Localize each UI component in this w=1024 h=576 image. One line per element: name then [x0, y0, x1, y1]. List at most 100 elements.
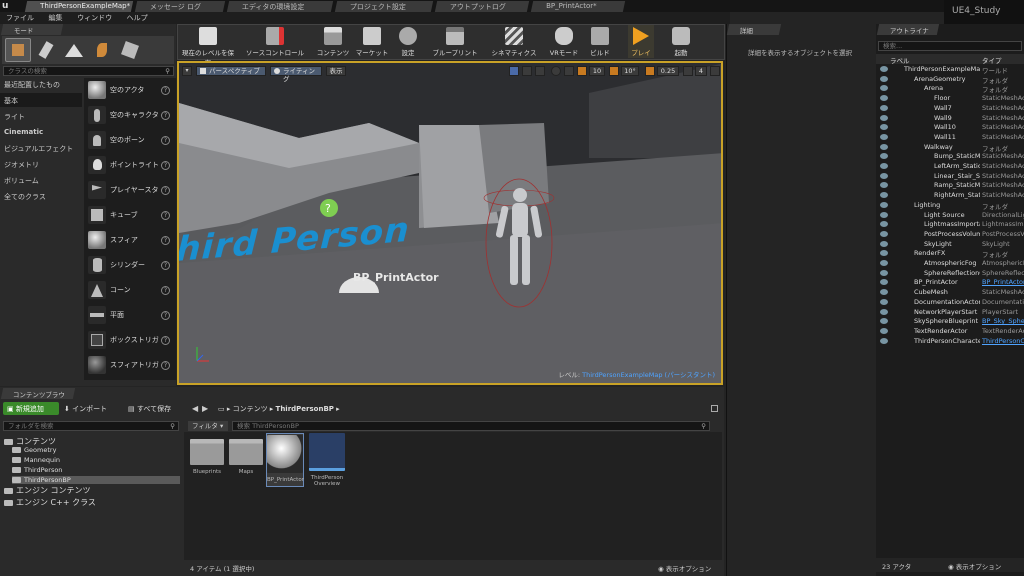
launch-button[interactable]: 起動	[664, 25, 698, 58]
eye-icon[interactable]	[880, 308, 888, 315]
category-volumes[interactable]: ボリューム	[4, 176, 39, 186]
outliner-row[interactable]: SkySphereBlueprintBP_Sky_Sphere	[878, 317, 1024, 327]
place-cone[interactable]: コーン?	[86, 279, 174, 302]
outliner-row[interactable]: Wall9 StaticMeshActor	[878, 114, 1024, 124]
foliage-mode-icon[interactable]	[89, 38, 115, 62]
eye-icon[interactable]	[880, 269, 888, 276]
landscape-mode-icon[interactable]	[61, 38, 87, 62]
content-button[interactable]: コンテンツ	[316, 25, 350, 58]
history-back-button[interactable]: ◀	[192, 404, 198, 413]
geometry-mode-icon[interactable]	[117, 38, 143, 62]
folder-tree-item[interactable]: エンジン C++ クラス	[4, 497, 96, 508]
eye-icon[interactable]	[880, 75, 888, 82]
eye-icon[interactable]	[880, 298, 888, 305]
outliner-row[interactable]: SkyLight SkyLight	[878, 240, 1024, 250]
eye-icon[interactable]	[880, 104, 888, 111]
world-local-icon[interactable]	[551, 66, 561, 76]
outliner-row[interactable]: Ramp_StaticMeshStaticMeshActor	[878, 181, 1024, 191]
outliner-row[interactable]: Wall11 StaticMeshActor	[878, 133, 1024, 143]
eye-icon[interactable]	[880, 318, 888, 325]
outliner-row[interactable]: Floor StaticMeshActor	[878, 94, 1024, 104]
place-point-light[interactable]: ポイントライト?	[86, 154, 174, 177]
outliner-row[interactable]: ThirdPersonCharacterThirdPersonCharacter	[878, 337, 1024, 347]
play-button[interactable]: プレイ	[628, 25, 654, 58]
category-visual-effects[interactable]: ビジュアルエフェクト	[4, 144, 73, 154]
grid-snap-icon[interactable]	[577, 66, 587, 76]
lock-icon[interactable]	[711, 405, 718, 412]
folder-tree-item[interactable]: エンジン コンテンツ	[4, 485, 91, 496]
help-icon[interactable]: ?	[161, 186, 170, 195]
eye-icon[interactable]	[880, 230, 888, 237]
help-icon[interactable]: ?	[161, 311, 170, 320]
grid-snap-value[interactable]: 10	[589, 66, 605, 76]
maximize-viewport-icon[interactable]	[710, 66, 720, 76]
add-new-button[interactable]: ▣ 新規追加	[3, 402, 59, 415]
column-label-header[interactable]: ラベル	[890, 55, 910, 65]
outliner-row[interactable]: CubeMesh StaticMeshActor	[878, 288, 1024, 298]
eye-icon[interactable]	[880, 221, 888, 228]
category-lights[interactable]: ライト	[4, 112, 25, 122]
save-level-button[interactable]: 現在のレベルを保存	[179, 25, 237, 67]
eye-icon[interactable]	[880, 211, 888, 218]
outliner-row[interactable]: Lighting フォルダ	[878, 201, 1024, 211]
viewport-options-button[interactable]: ▾	[182, 66, 192, 76]
outliner-row[interactable]: LightmassImportancLightmassImportanceVol…	[878, 220, 1024, 230]
eye-icon[interactable]	[880, 143, 888, 150]
outliner-row[interactable]: Bump_StaticMeshStaticMeshActor	[878, 152, 1024, 162]
folder-tree-item[interactable]: Mannequin	[12, 456, 60, 464]
tab-message-log[interactable]: メッセージ ログ	[134, 1, 226, 12]
help-icon[interactable]: ?	[161, 136, 170, 145]
asset-maps-folder[interactable]: Maps	[227, 433, 265, 475]
place-sphere-trigger[interactable]: スフィアトリガ?	[86, 354, 174, 377]
blueprints-button[interactable]: ブループリント	[428, 25, 482, 58]
category-geometry[interactable]: ジオメトリ	[4, 160, 39, 170]
lighting-button[interactable]: ライティング	[270, 66, 322, 83]
eye-icon[interactable]	[880, 182, 888, 189]
rotation-snap-icon[interactable]	[609, 66, 619, 76]
class-search-input[interactable]: クラスの検索 ⚲	[3, 66, 174, 76]
rotation-snap-value[interactable]: 10°	[621, 66, 639, 76]
outliner-row[interactable]: DocumentationActor1DocumentationActor	[878, 298, 1024, 308]
tab-output-log[interactable]: アウトプットログ	[434, 1, 530, 12]
outliner-row[interactable]: Walkway フォルダ	[878, 143, 1024, 153]
breadcrumb-thirdpersonbp[interactable]: ThirdPersonBP	[276, 405, 334, 413]
asset-search-input[interactable]: 検索 ThirdPersonBP ⚲	[232, 421, 710, 431]
help-icon[interactable]: ?	[161, 336, 170, 345]
eye-icon[interactable]	[880, 85, 888, 92]
menu-help[interactable]: ヘルプ	[121, 12, 154, 24]
modes-tab[interactable]: モード	[0, 24, 64, 35]
help-icon[interactable]: ?	[161, 161, 170, 170]
ue-logo[interactable]: u	[2, 1, 12, 11]
eye-icon[interactable]	[880, 192, 888, 199]
outliner-tab[interactable]: アウトライナ	[876, 24, 940, 35]
save-all-button[interactable]: ▤ すべて保存	[128, 404, 171, 414]
help-icon[interactable]: ?	[161, 236, 170, 245]
import-button[interactable]: ⬇ インポート	[64, 404, 107, 414]
help-icon[interactable]: ?	[161, 261, 170, 270]
outliner-row-type[interactable]: BP_Sky_Sphere	[982, 317, 1024, 325]
asset-bp-printactor[interactable]: BP_PrintActor	[266, 433, 304, 487]
eye-icon[interactable]	[880, 95, 888, 102]
place-cube[interactable]: キューブ?	[86, 204, 174, 227]
eye-icon[interactable]	[880, 260, 888, 266]
category-recent[interactable]: 最近配置したもの	[4, 80, 60, 90]
eye-icon[interactable]	[880, 124, 888, 131]
help-icon[interactable]: ?	[161, 361, 170, 370]
help-icon[interactable]: ?	[161, 86, 170, 95]
asset-blueprints-folder[interactable]: Blueprints	[188, 433, 226, 475]
outliner-row[interactable]: SphereReflectionCapSphereReflectionCaptu…	[878, 269, 1024, 279]
eye-icon[interactable]	[880, 66, 888, 72]
place-sphere[interactable]: スフィア?	[86, 229, 174, 252]
column-type-header[interactable]: タイプ	[982, 55, 1002, 65]
outliner-row[interactable]: AtmosphericFog AtmosphericFog	[878, 259, 1024, 269]
show-button[interactable]: 表示	[326, 66, 346, 76]
outliner-row[interactable]: LeftArm_StaticMesStaticMeshActor	[878, 162, 1024, 172]
category-basic[interactable]: 基本	[4, 96, 18, 106]
rotate-tool-icon[interactable]	[522, 66, 532, 76]
place-player-start[interactable]: プレイヤースタ?	[86, 179, 174, 202]
outliner-search-input[interactable]: 検索...	[878, 41, 1022, 51]
outliner-row-type[interactable]: ThirdPersonCharacter	[982, 337, 1024, 345]
eye-icon[interactable]	[880, 240, 888, 247]
category-all-classes[interactable]: 全てのクラス	[4, 192, 46, 202]
outliner-row[interactable]: ArenaGeometry フォルダ	[878, 75, 1024, 85]
